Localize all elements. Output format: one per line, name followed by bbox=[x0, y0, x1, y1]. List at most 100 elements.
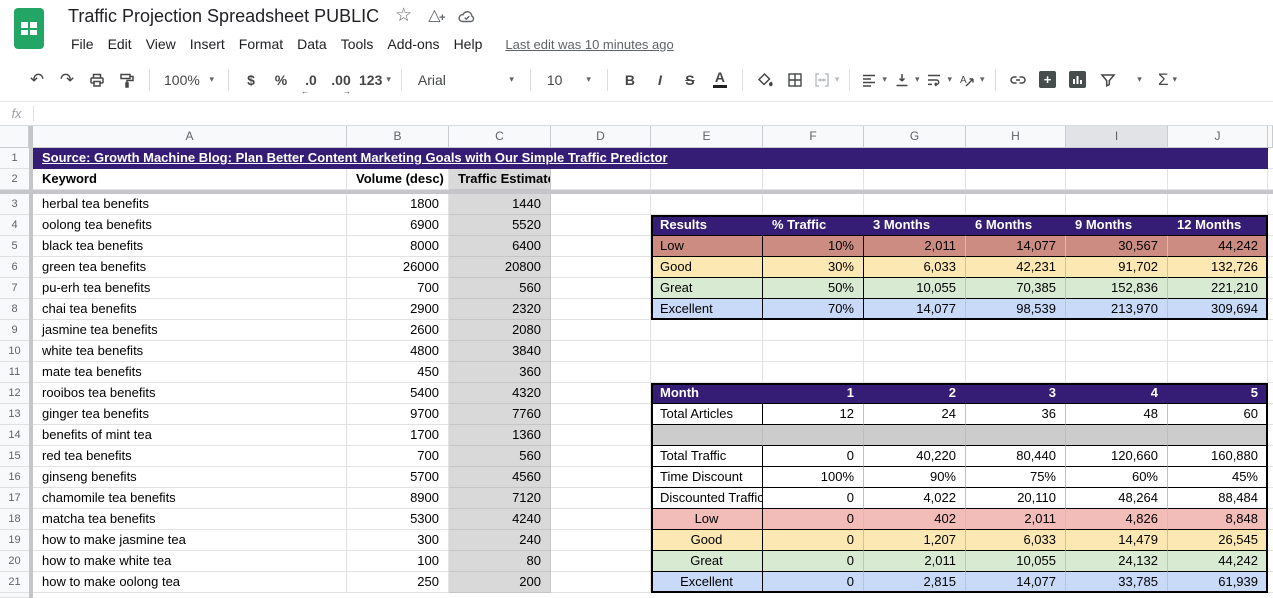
column-header-C[interactable]: C bbox=[449, 126, 551, 148]
month-table-label-cell[interactable]: Total Traffic bbox=[651, 446, 763, 467]
empty-cell[interactable] bbox=[864, 362, 966, 383]
empty-cell[interactable] bbox=[1268, 530, 1273, 551]
filter-views-button[interactable]: ▾ bbox=[1126, 67, 1150, 93]
text-rotation-button[interactable]: A ▾ bbox=[958, 67, 985, 93]
volume-cell[interactable]: 26000 bbox=[347, 257, 449, 278]
empty-cell[interactable] bbox=[1066, 169, 1168, 190]
volume-cell[interactable]: 2900 bbox=[347, 299, 449, 320]
empty-cell[interactable] bbox=[651, 194, 763, 215]
empty-cell[interactable] bbox=[651, 320, 763, 341]
month-table-value-cell[interactable]: 40,220 bbox=[864, 446, 966, 467]
empty-cell[interactable] bbox=[763, 169, 864, 190]
estimate-cell[interactable]: 3840 bbox=[449, 341, 551, 362]
empty-cell[interactable] bbox=[551, 215, 651, 236]
volume-cell[interactable]: 4800 bbox=[347, 341, 449, 362]
empty-cell[interactable] bbox=[1268, 362, 1273, 383]
keyword-cell[interactable]: pu-erh tea benefits bbox=[33, 278, 347, 299]
results-table-value-cell[interactable]: 221,210 bbox=[1168, 278, 1268, 299]
empty-cell[interactable] bbox=[551, 169, 651, 190]
row-header-1[interactable]: 1 bbox=[0, 148, 29, 169]
results-table-header-cell[interactable]: 3 Months bbox=[864, 215, 966, 236]
empty-cell[interactable] bbox=[1268, 236, 1273, 257]
month-table-value-cell[interactable]: 14,077 bbox=[966, 572, 1066, 593]
empty-cell[interactable] bbox=[1066, 362, 1168, 383]
empty-cell[interactable] bbox=[864, 341, 966, 362]
column-header-I[interactable]: I bbox=[1066, 126, 1168, 148]
menu-format[interactable]: Format bbox=[232, 33, 290, 55]
empty-cell[interactable] bbox=[551, 530, 651, 551]
empty-cell[interactable] bbox=[551, 446, 651, 467]
month-table-value-cell[interactable]: 0 bbox=[763, 488, 864, 509]
empty-cell[interactable] bbox=[966, 194, 1066, 215]
empty-cell[interactable] bbox=[651, 362, 763, 383]
empty-cell[interactable] bbox=[966, 320, 1066, 341]
results-table-label-cell[interactable]: Excellent bbox=[651, 299, 763, 320]
empty-cell[interactable] bbox=[1268, 299, 1273, 320]
month-table-value-cell[interactable]: 0 bbox=[763, 509, 864, 530]
empty-cell[interactable] bbox=[551, 425, 651, 446]
month-table-value-cell[interactable]: 0 bbox=[763, 572, 864, 593]
strikethrough-button[interactable]: S bbox=[678, 67, 702, 93]
month-table-value-cell[interactable]: 20,110 bbox=[966, 488, 1066, 509]
results-table-value-cell[interactable]: 14,077 bbox=[966, 236, 1066, 257]
results-table-value-cell[interactable]: 30% bbox=[763, 257, 864, 278]
text-color-button[interactable]: A bbox=[708, 67, 732, 93]
insert-comment-button[interactable]: + bbox=[1036, 67, 1060, 93]
star-icon[interactable]: ☆ bbox=[395, 5, 412, 27]
results-table-value-cell[interactable]: 152,836 bbox=[1066, 278, 1168, 299]
empty-cell[interactable] bbox=[1268, 320, 1273, 341]
volume-column-header-cell[interactable]: Volume (desc) bbox=[347, 169, 449, 190]
estimate-column-header-cell[interactable]: Traffic Estimate bbox=[449, 169, 551, 190]
undo-button[interactable]: ↶ bbox=[25, 67, 49, 93]
results-table-label-cell[interactable]: Low bbox=[651, 236, 763, 257]
estimate-cell[interactable]: 1360 bbox=[449, 425, 551, 446]
frozen-column-divider[interactable] bbox=[29, 126, 33, 598]
empty-cell[interactable] bbox=[1268, 551, 1273, 572]
empty-cell[interactable] bbox=[763, 362, 864, 383]
volume-cell[interactable]: 6900 bbox=[347, 215, 449, 236]
empty-cell[interactable] bbox=[1268, 194, 1273, 215]
results-table-header-cell[interactable]: 12 Months bbox=[1168, 215, 1268, 236]
sheets-logo-icon[interactable] bbox=[14, 8, 44, 49]
month-table-value-cell[interactable]: 14,479 bbox=[1066, 530, 1168, 551]
results-table-value-cell[interactable]: 132,726 bbox=[1168, 257, 1268, 278]
month-table-value-cell[interactable]: 36 bbox=[966, 404, 1066, 425]
empty-cell[interactable] bbox=[1268, 572, 1273, 593]
volume-cell[interactable]: 700 bbox=[347, 278, 449, 299]
empty-cell[interactable] bbox=[1268, 509, 1273, 530]
month-table-value-cell[interactable]: 100% bbox=[763, 467, 864, 488]
empty-cell[interactable] bbox=[966, 362, 1066, 383]
volume-cell[interactable]: 100 bbox=[347, 551, 449, 572]
column-header-J[interactable]: J bbox=[1168, 126, 1268, 148]
volume-cell[interactable]: 1800 bbox=[347, 194, 449, 215]
empty-cell[interactable] bbox=[551, 194, 651, 215]
row-header-19[interactable]: 19 bbox=[0, 530, 29, 551]
estimate-cell[interactable]: 4560 bbox=[449, 467, 551, 488]
month-table-value-cell[interactable]: 1,207 bbox=[864, 530, 966, 551]
empty-cell[interactable] bbox=[1268, 446, 1273, 467]
empty-cell[interactable] bbox=[1066, 341, 1168, 362]
empty-cell[interactable] bbox=[1268, 383, 1273, 404]
month-table-value-cell[interactable]: 12 bbox=[763, 404, 864, 425]
volume-cell[interactable]: 450 bbox=[347, 362, 449, 383]
results-table-value-cell[interactable]: 10% bbox=[763, 236, 864, 257]
month-table-value-cell[interactable]: 33,785 bbox=[1066, 572, 1168, 593]
results-table-value-cell[interactable]: 44,242 bbox=[1168, 236, 1268, 257]
menu-view[interactable]: View bbox=[139, 33, 183, 55]
empty-cell[interactable] bbox=[551, 320, 651, 341]
text-wrap-button[interactable]: ▾ bbox=[925, 67, 952, 93]
results-table-value-cell[interactable]: 2,011 bbox=[864, 236, 966, 257]
month-table-spacer-cell[interactable] bbox=[1168, 425, 1268, 446]
menu-file[interactable]: File bbox=[64, 33, 101, 55]
row-header-3[interactable]: 3 bbox=[0, 194, 29, 215]
row-header-17[interactable]: 17 bbox=[0, 488, 29, 509]
estimate-cell[interactable]: 2320 bbox=[449, 299, 551, 320]
month-table-header-cell[interactable]: 4 bbox=[1066, 383, 1168, 404]
results-table-header-cell[interactable]: % Traffic bbox=[763, 215, 864, 236]
month-table-label-cell[interactable]: Great bbox=[651, 551, 763, 572]
volume-cell[interactable]: 250 bbox=[347, 572, 449, 593]
document-status-cloud-icon[interactable] bbox=[457, 8, 477, 24]
empty-cell[interactable] bbox=[1268, 257, 1273, 278]
empty-cell[interactable] bbox=[551, 551, 651, 572]
month-table-value-cell[interactable]: 48 bbox=[1066, 404, 1168, 425]
